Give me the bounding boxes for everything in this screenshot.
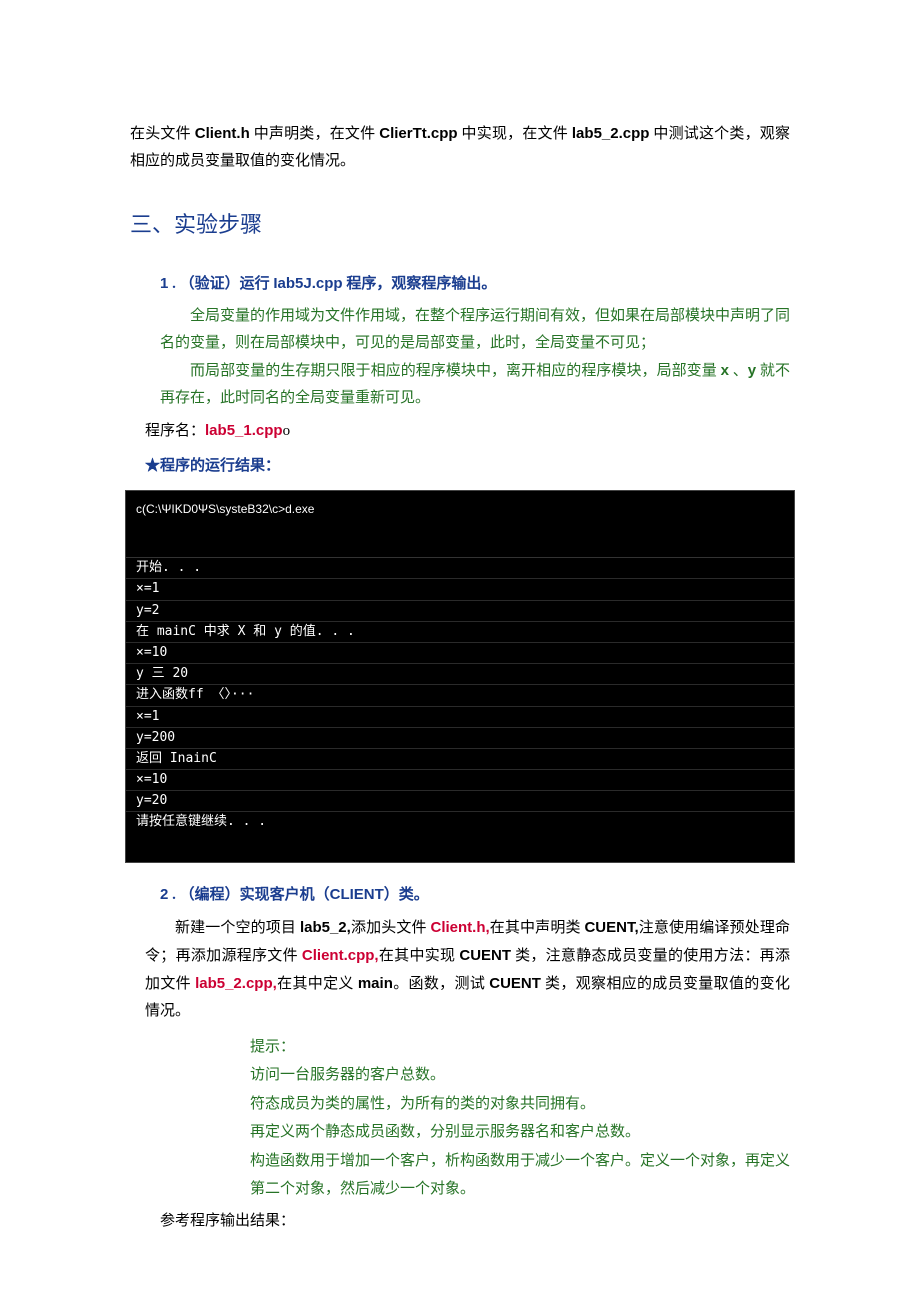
hints-block: 提示： 访问一台服务器的客户总数。 符态成员为类的属性，为所有的类的对象共同拥有… xyxy=(250,1033,790,1204)
text: o xyxy=(283,423,291,439)
project-name: lab5_2, xyxy=(300,919,351,936)
text: 、 xyxy=(729,363,748,379)
filename: lab5_2.cpp xyxy=(572,125,650,142)
console-line: y 三 20 xyxy=(126,664,794,685)
text: . xyxy=(168,887,176,903)
console-line: ×=10 xyxy=(126,643,794,664)
hint-line: 符态成员为类的属性，为所有的类的对象共同拥有。 xyxy=(250,1090,790,1119)
function-name: main xyxy=(358,975,393,992)
text: 。函数，测试 xyxy=(393,976,489,992)
text: . xyxy=(168,276,176,292)
text: （编程）实现客户机（ xyxy=(180,887,330,903)
text: （验证）运行 xyxy=(180,276,274,292)
console-line: 进入函数ff 〈〉··· xyxy=(126,685,794,706)
intro-paragraph: 在头文件 Client.h 中声明类，在文件 ClierTt.cpp 中实现，在… xyxy=(130,120,790,175)
hint-line: 再定义两个静态成员函数，分别显示服务器名和客户总数。 xyxy=(250,1118,790,1147)
program-filename: lab5_1.cpp xyxy=(205,422,283,439)
text: 程序，观察程序输出。 xyxy=(343,276,497,292)
result-heading: ★程序的运行结果： xyxy=(145,453,790,480)
hint-line: 提示： xyxy=(250,1033,790,1062)
step-2-heading: 2 . （编程）实现客户机（CLIENT）类。 xyxy=(160,881,790,909)
console-line: ×=10 xyxy=(126,770,794,791)
console-output: c(C:\ΨIKD0ΨS\systeB32\c>d.exe 开始. . . ×=… xyxy=(125,490,795,863)
text: 中实现，在文件 xyxy=(458,126,572,142)
text: 中声明类，在文件 xyxy=(250,126,380,142)
filename: lab5_2.cpp, xyxy=(195,975,277,992)
console-line: 请按任意键继续. . . xyxy=(126,812,794,861)
class-name: CLIENT xyxy=(330,886,384,903)
label: 程序名： xyxy=(145,423,205,439)
filename: Client.cpp, xyxy=(302,947,379,964)
class-name: CUENT xyxy=(459,947,511,964)
explanation-paragraph-1: 全局变量的作用域为文件作用域，在整个程序运行期间有效，但如果在局部模块中声明了同… xyxy=(160,303,790,357)
console-line: ×=1 xyxy=(126,579,794,600)
step-1-heading: 1 . （验证）运行 Iab5J.cpp 程序，观察程序输出。 xyxy=(160,270,790,298)
console-line: 开始. . . xyxy=(126,558,794,579)
filename: Client.h xyxy=(195,125,250,142)
program-name: Iab5J.cpp xyxy=(273,275,342,292)
text: 而局部变量的生存期只限于相应的程序模块中，离开相应的程序模块，局部变量 xyxy=(190,363,721,379)
section-heading: 三、实验步骤 xyxy=(130,205,790,245)
console-line: ×=1 xyxy=(126,707,794,728)
text: 在其中声明类 xyxy=(490,920,585,936)
class-name: CUENT, xyxy=(584,919,638,936)
text: ）类。 xyxy=(384,887,429,903)
text: 在其中实现 xyxy=(379,948,460,964)
text: 在头文件 xyxy=(130,126,195,142)
console-title: c(C:\ΨIKD0ΨS\systeB32\c>d.exe xyxy=(126,491,794,530)
class-name: CUENT xyxy=(489,975,541,992)
console-line: y=200 xyxy=(126,728,794,749)
text: 添加头文件 xyxy=(351,920,431,936)
step-2-body: 新建一个空的项目 lab5_2,添加头文件 Client.h,在其中声明类 CU… xyxy=(145,914,790,1025)
document-page: 在头文件 Client.h 中声明类，在文件 ClierTt.cpp 中实现，在… xyxy=(0,0,920,1295)
console-line: y=2 xyxy=(126,601,794,622)
console-spacer xyxy=(126,529,794,558)
program-name-line: 程序名：lab5_1.cppo xyxy=(145,417,790,445)
text: 全局变量的作用域为文件作用域，在整个程序运行期间有效，但如果在局部模块中声明了同… xyxy=(160,308,790,351)
hint-line: 构造函数用于增加一个客户，析构函数用于减少一个客户。定义一个对象，再定义第二个对… xyxy=(250,1147,790,1204)
filename: ClierTt.cpp xyxy=(379,125,457,142)
reference-output-label: 参考程序输出结果： xyxy=(160,1208,790,1235)
console-line: 返回 InainC xyxy=(126,749,794,770)
variable-y: y xyxy=(748,362,756,379)
text: 新建一个空的项目 xyxy=(175,920,300,936)
text: 在其中定义 xyxy=(277,976,358,992)
console-line: y=20 xyxy=(126,791,794,812)
hint-line: 访问一台服务器的客户总数。 xyxy=(250,1061,790,1090)
filename: Client.h, xyxy=(430,919,489,936)
variable-x: x xyxy=(721,362,729,379)
console-line: 在 mainC 中求 X 和 y 的值. . . xyxy=(126,622,794,643)
explanation-paragraph-2: 而局部变量的生存期只限于相应的程序模块中，离开相应的程序模块，局部变量 x 、y… xyxy=(160,357,790,412)
